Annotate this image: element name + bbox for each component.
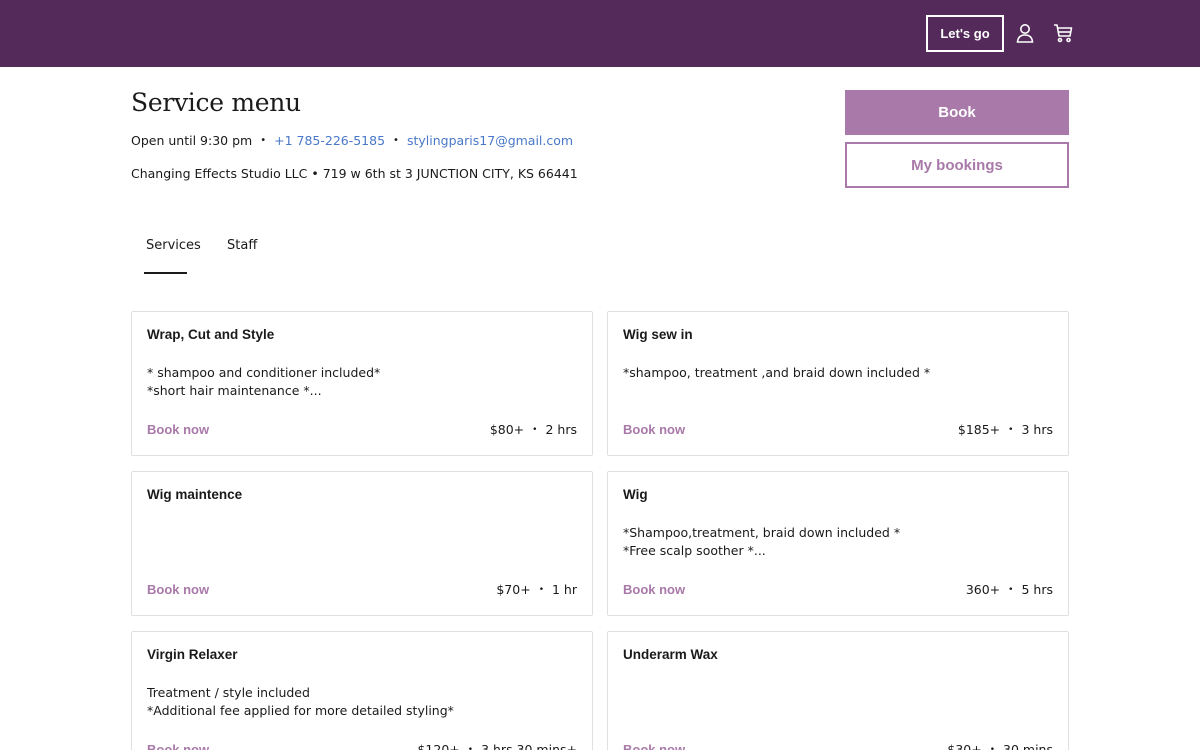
phone-link[interactable]: +1 785-226-5185 bbox=[274, 133, 385, 148]
service-duration: 30 mins bbox=[1003, 742, 1053, 750]
separator: • bbox=[1008, 424, 1014, 435]
separator: • bbox=[467, 744, 474, 750]
service-card[interactable]: Wig maintence Book now $70+ • 1 hr bbox=[131, 471, 593, 616]
service-card[interactable]: Wrap, Cut and Style * shampoo and condit… bbox=[131, 311, 593, 456]
page-title: Service menu bbox=[131, 88, 301, 117]
top-bar: Let's go bbox=[0, 0, 1200, 67]
tab-services[interactable]: Services bbox=[146, 238, 201, 253]
service-title: Virgin Relaxer bbox=[147, 647, 238, 662]
my-bookings-button[interactable]: My bookings bbox=[845, 142, 1069, 188]
email-link[interactable]: stylingparis17@gmail.com bbox=[407, 133, 573, 148]
service-price: 360+ bbox=[965, 582, 1001, 597]
service-card[interactable]: Wig *Shampoo,treatment, braid down inclu… bbox=[607, 471, 1069, 616]
active-tab-indicator bbox=[144, 272, 187, 274]
book-now-link[interactable]: Book now bbox=[623, 742, 685, 750]
user-icon[interactable] bbox=[1013, 21, 1037, 45]
service-duration: 3 hrs bbox=[1021, 422, 1053, 437]
lets-go-button[interactable]: Let's go bbox=[926, 15, 1004, 52]
service-price: $185+ bbox=[957, 422, 1001, 437]
service-duration: 1 hr bbox=[552, 582, 577, 597]
book-now-link[interactable]: Book now bbox=[147, 422, 209, 437]
service-meta: $185+ • 3 hrs bbox=[958, 422, 1053, 437]
service-price: $80+ bbox=[489, 422, 525, 437]
business-info-line: Open until 9:30 pm • +1 785-226-5185 • s… bbox=[131, 133, 573, 148]
service-description: * shampoo and conditioner included* *sho… bbox=[147, 365, 381, 398]
book-now-link[interactable]: Book now bbox=[147, 742, 209, 750]
separator: • bbox=[532, 424, 538, 435]
service-title: Underarm Wax bbox=[623, 647, 718, 662]
separator: • bbox=[989, 744, 996, 750]
service-title: Wig sew in bbox=[623, 327, 693, 342]
service-price: $120+ bbox=[417, 742, 460, 750]
business-address: Changing Effects Studio LLC • 719 w 6th … bbox=[131, 166, 578, 181]
book-button[interactable]: Book bbox=[845, 90, 1069, 135]
service-description: *shampoo, treatment ,and braid down incl… bbox=[623, 365, 931, 380]
service-card[interactable]: Virgin Relaxer Treatment / style include… bbox=[131, 631, 593, 750]
service-title: Wig maintence bbox=[147, 487, 243, 502]
service-meta: $30+ • 30 mins bbox=[947, 742, 1053, 750]
service-description: Treatment / style included *Additional f… bbox=[147, 685, 454, 718]
service-card[interactable]: Underarm Wax Book now $30+ • 30 mins bbox=[607, 631, 1069, 750]
service-duration: 3 hrs 30 mins+ bbox=[481, 742, 577, 750]
service-meta: $70+ • 1 hr bbox=[496, 582, 577, 597]
book-now-link[interactable]: Book now bbox=[623, 582, 685, 597]
cart-icon[interactable] bbox=[1051, 21, 1075, 45]
service-card[interactable]: Wig sew in *shampoo, treatment ,and brai… bbox=[607, 311, 1069, 456]
service-price: $70+ bbox=[496, 582, 531, 597]
service-title: Wig bbox=[623, 487, 648, 502]
opening-hours: Open until 9:30 pm bbox=[131, 133, 253, 148]
separator: • bbox=[260, 135, 267, 146]
service-meta: $120+ • 3 hrs 30 mins+ bbox=[417, 742, 577, 750]
service-meta: $80+ • 2 hrs bbox=[490, 422, 577, 437]
book-now-link[interactable]: Book now bbox=[147, 582, 209, 597]
service-duration: 2 hrs bbox=[545, 422, 577, 437]
book-now-link[interactable]: Book now bbox=[623, 422, 685, 437]
service-description: *Shampoo,treatment, braid down included … bbox=[623, 525, 901, 558]
separator: • bbox=[1008, 584, 1014, 595]
separator: • bbox=[538, 584, 544, 595]
tab-staff[interactable]: Staff bbox=[227, 238, 257, 253]
service-price: $30+ bbox=[947, 742, 982, 750]
service-meta: 360+ • 5 hrs bbox=[966, 582, 1053, 597]
service-duration: 5 hrs bbox=[1021, 582, 1053, 597]
service-title: Wrap, Cut and Style bbox=[147, 327, 275, 342]
separator: • bbox=[393, 135, 399, 146]
